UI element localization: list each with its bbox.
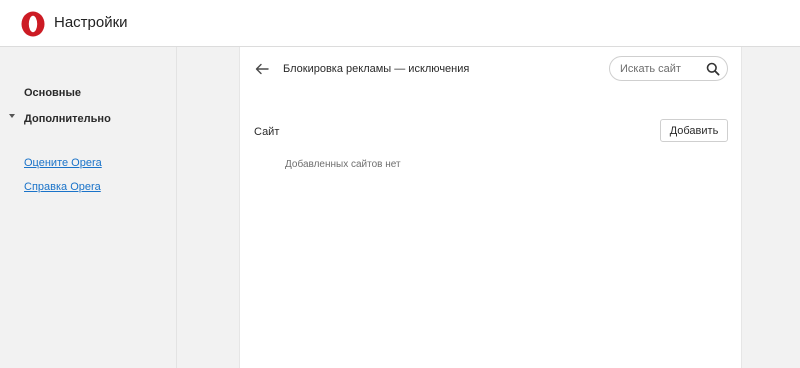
rate-opera-link[interactable]: Оцените Opera [24,157,102,169]
search-input[interactable] [620,62,706,76]
site-section-label: Сайт [254,126,280,138]
sidebar-item-basic[interactable]: Основные [24,87,81,99]
caret-down-icon[interactable] [9,114,15,118]
back-button[interactable] [252,59,272,79]
page-title: Блокировка рекламы — исключения [283,63,470,75]
add-site-button[interactable]: Добавить [660,119,728,142]
app-title: Настройки [54,14,128,31]
opera-logo-icon [21,11,45,37]
sidebar-item-advanced[interactable]: Дополнительно [24,113,111,125]
search-box[interactable] [609,56,728,81]
settings-window: Настройки Основные Дополнительно Оцените… [0,0,800,368]
header-bar: Настройки [0,0,800,47]
opera-help-link[interactable]: Справка Opera [24,181,101,193]
arrow-left-icon [255,63,269,75]
empty-list-message: Добавленных сайтов нет [285,159,401,170]
sidebar: Основные Дополнительно Оцените Opera Спр… [0,47,177,368]
ad-block-exceptions-panel: Блокировка рекламы — исключения Сайт Доб… [239,47,742,368]
search-icon[interactable] [706,62,720,76]
